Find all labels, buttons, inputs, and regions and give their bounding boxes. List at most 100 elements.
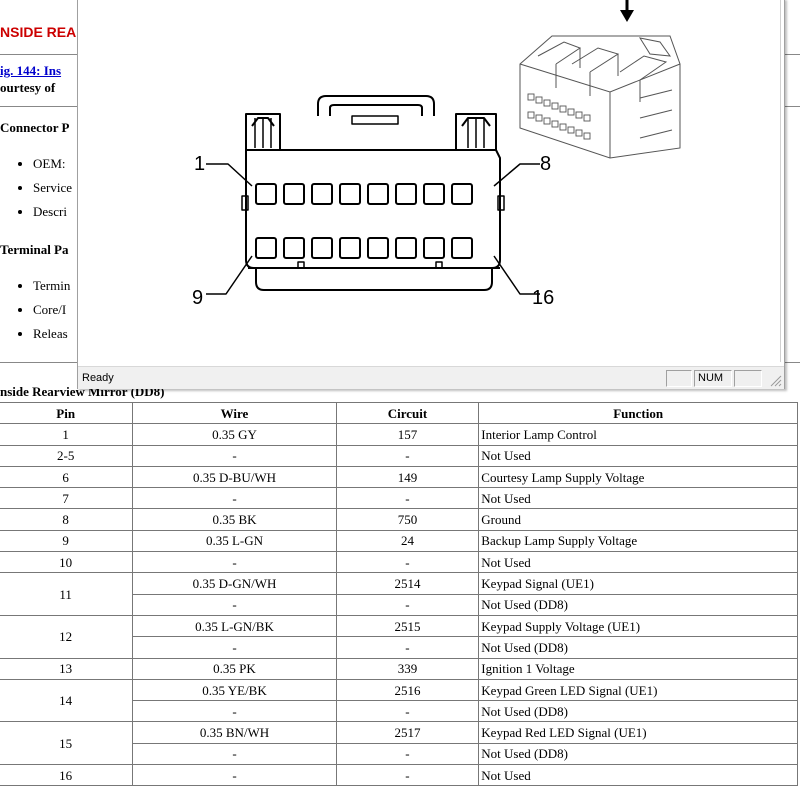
wire-cell: -	[132, 487, 337, 510]
pin-16-label: 16	[532, 287, 554, 309]
wire-cell: 0.35 GY	[132, 423, 337, 446]
function-header: Function	[478, 401, 798, 425]
table-row: 9 0.35 L-GN 24 Backup Lamp Supply Voltag…	[0, 529, 798, 553]
arrow-down-icon	[620, 0, 634, 22]
function-cell: Not Used	[478, 764, 798, 787]
wire-cell: 0.35 BK	[132, 508, 337, 531]
connector-section-title: Connector P	[0, 120, 70, 135]
list-item: Releas	[33, 322, 70, 346]
function-cell: Not Used	[478, 444, 798, 467]
pin-cell: 13	[0, 657, 134, 680]
courtesy-text: ourtesy of	[0, 80, 56, 95]
status-text: Ready	[82, 372, 114, 384]
wire-cell: 0.35 PK	[132, 657, 337, 680]
pin-cell: 8	[0, 508, 134, 531]
wire-cell: -	[132, 742, 337, 766]
status-bar: Ready NUM	[78, 366, 784, 389]
wire-cell: 0.35 D-GN/WH	[132, 572, 337, 595]
table-row: 2-5 - - Not Used	[0, 444, 798, 467]
circuit-cell: 750	[335, 508, 480, 531]
function-cell: Ignition 1 Voltage	[478, 657, 798, 680]
pin-1-label: 1	[194, 153, 205, 175]
wire-cell: 0.35 L-GN	[132, 529, 337, 553]
pin-cell: 1	[0, 423, 134, 446]
circuit-cell: 2514	[335, 572, 480, 595]
table-row: 11 0.35 D-GN/WH 2514 Keypad Signal (UE1)	[0, 572, 798, 616]
wire-cell: 0.35 D-BU/WH	[132, 465, 337, 489]
pin-cell: 2-5	[0, 444, 134, 467]
terminal-section-title: Terminal Pa	[0, 242, 69, 257]
circuit-cell: 24	[335, 529, 480, 553]
table-row: 7 - - Not Used	[0, 487, 798, 510]
function-cell: Courtesy Lamp Supply Voltage	[478, 465, 798, 489]
wire-cell: -	[132, 593, 337, 616]
circuit-cell: -	[335, 764, 480, 787]
wire-cell: -	[132, 764, 337, 787]
function-cell: Keypad Signal (UE1)	[478, 572, 798, 595]
wire-cell: -	[132, 551, 337, 574]
table-row: 12 0.35 L-GN/BK 2515 Keypad Supply Volta…	[0, 614, 798, 659]
pin-9-label: 9	[192, 287, 203, 309]
pin-cell: 12	[0, 614, 134, 659]
function-cell: Not Used (DD8)	[478, 593, 798, 616]
pin-cell: 16	[0, 764, 134, 787]
pin-cell: 7	[0, 487, 134, 510]
circuit-cell: 339	[335, 657, 480, 680]
num-lock-label: NUM	[698, 372, 724, 384]
function-cell: Not Used (DD8)	[478, 636, 798, 659]
list-item: OEM:	[33, 152, 72, 176]
table-row: 14 0.35 YE/BK 2516 Keypad Green LED Sign…	[0, 678, 798, 723]
function-cell: Keypad Supply Voltage (UE1)	[478, 614, 798, 638]
circuit-cell: 2515	[335, 614, 480, 638]
circuit-cell: -	[335, 742, 480, 766]
function-cell: Not Used	[478, 551, 798, 574]
circuit-cell: 157	[335, 423, 480, 446]
isometric-connector-view	[519, 35, 681, 159]
function-cell: Not Used (DD8)	[478, 742, 798, 766]
list-item: Descri	[33, 200, 72, 224]
image-canvas[interactable]: 1 8 9 16	[80, 0, 781, 362]
circuit-header: Circuit	[335, 401, 480, 425]
table-row: 13 0.35 PK 339 Ignition 1 Voltage	[0, 657, 798, 680]
pin-cell: 11	[0, 572, 134, 616]
table-row: 10 - - Not Used	[0, 551, 798, 574]
pin-cell: 9	[0, 529, 134, 553]
table-row: 1 0.35 GY 157 Interior Lamp Control	[0, 423, 798, 446]
resize-grip-icon[interactable]	[770, 375, 782, 387]
wire-cell: -	[132, 444, 337, 467]
function-cell: Ground	[478, 508, 798, 531]
circuit-cell: -	[335, 444, 480, 467]
circuit-cell: 2517	[335, 721, 480, 744]
table-row: 8 0.35 BK 750 Ground	[0, 508, 798, 531]
table-row: 15 0.35 BN/WH 2517 Keypad Red LED Signal…	[0, 721, 798, 766]
section-heading: NSIDE REA	[0, 24, 77, 40]
image-viewer-window[interactable]: 1 8 9 16 Ready NUM	[77, 0, 785, 389]
pin-cell: 6	[0, 465, 134, 489]
wire-cell: 0.35 YE/BK	[132, 678, 337, 702]
num-lock-indicator: NUM	[694, 370, 732, 387]
figure-link[interactable]: ig. 144: Ins	[0, 63, 61, 79]
function-cell: Interior Lamp Control	[478, 423, 798, 446]
terminal-info-list: Termin Core/I Releas	[0, 274, 70, 346]
circuit-cell: -	[335, 700, 480, 723]
pin-8-label: 8	[540, 153, 551, 175]
circuit-cell: -	[335, 593, 480, 616]
wire-cell: -	[132, 700, 337, 723]
pin-header: Pin	[0, 401, 134, 425]
function-cell: Not Used	[478, 487, 798, 510]
wire-cell: 0.35 L-GN/BK	[132, 614, 337, 638]
pin-table: Pin Wire Circuit Function 1 0.35 GY 157 …	[0, 401, 798, 787]
pin-cell: 10	[0, 551, 134, 574]
function-cell: Keypad Green LED Signal (UE1)	[478, 678, 798, 702]
connector-info-list: OEM: Service Descri	[0, 152, 72, 224]
pin-cell: 15	[0, 721, 134, 766]
circuit-cell: -	[335, 551, 480, 574]
status-pane	[734, 370, 762, 387]
wire-cell: -	[132, 636, 337, 659]
list-item: Core/I	[33, 298, 70, 322]
function-cell: Not Used (DD8)	[478, 700, 798, 723]
circuit-cell: 149	[335, 465, 480, 489]
wire-header: Wire	[132, 401, 337, 425]
table-row: 16 - - Not Used	[0, 764, 798, 787]
circuit-cell: -	[335, 636, 480, 659]
